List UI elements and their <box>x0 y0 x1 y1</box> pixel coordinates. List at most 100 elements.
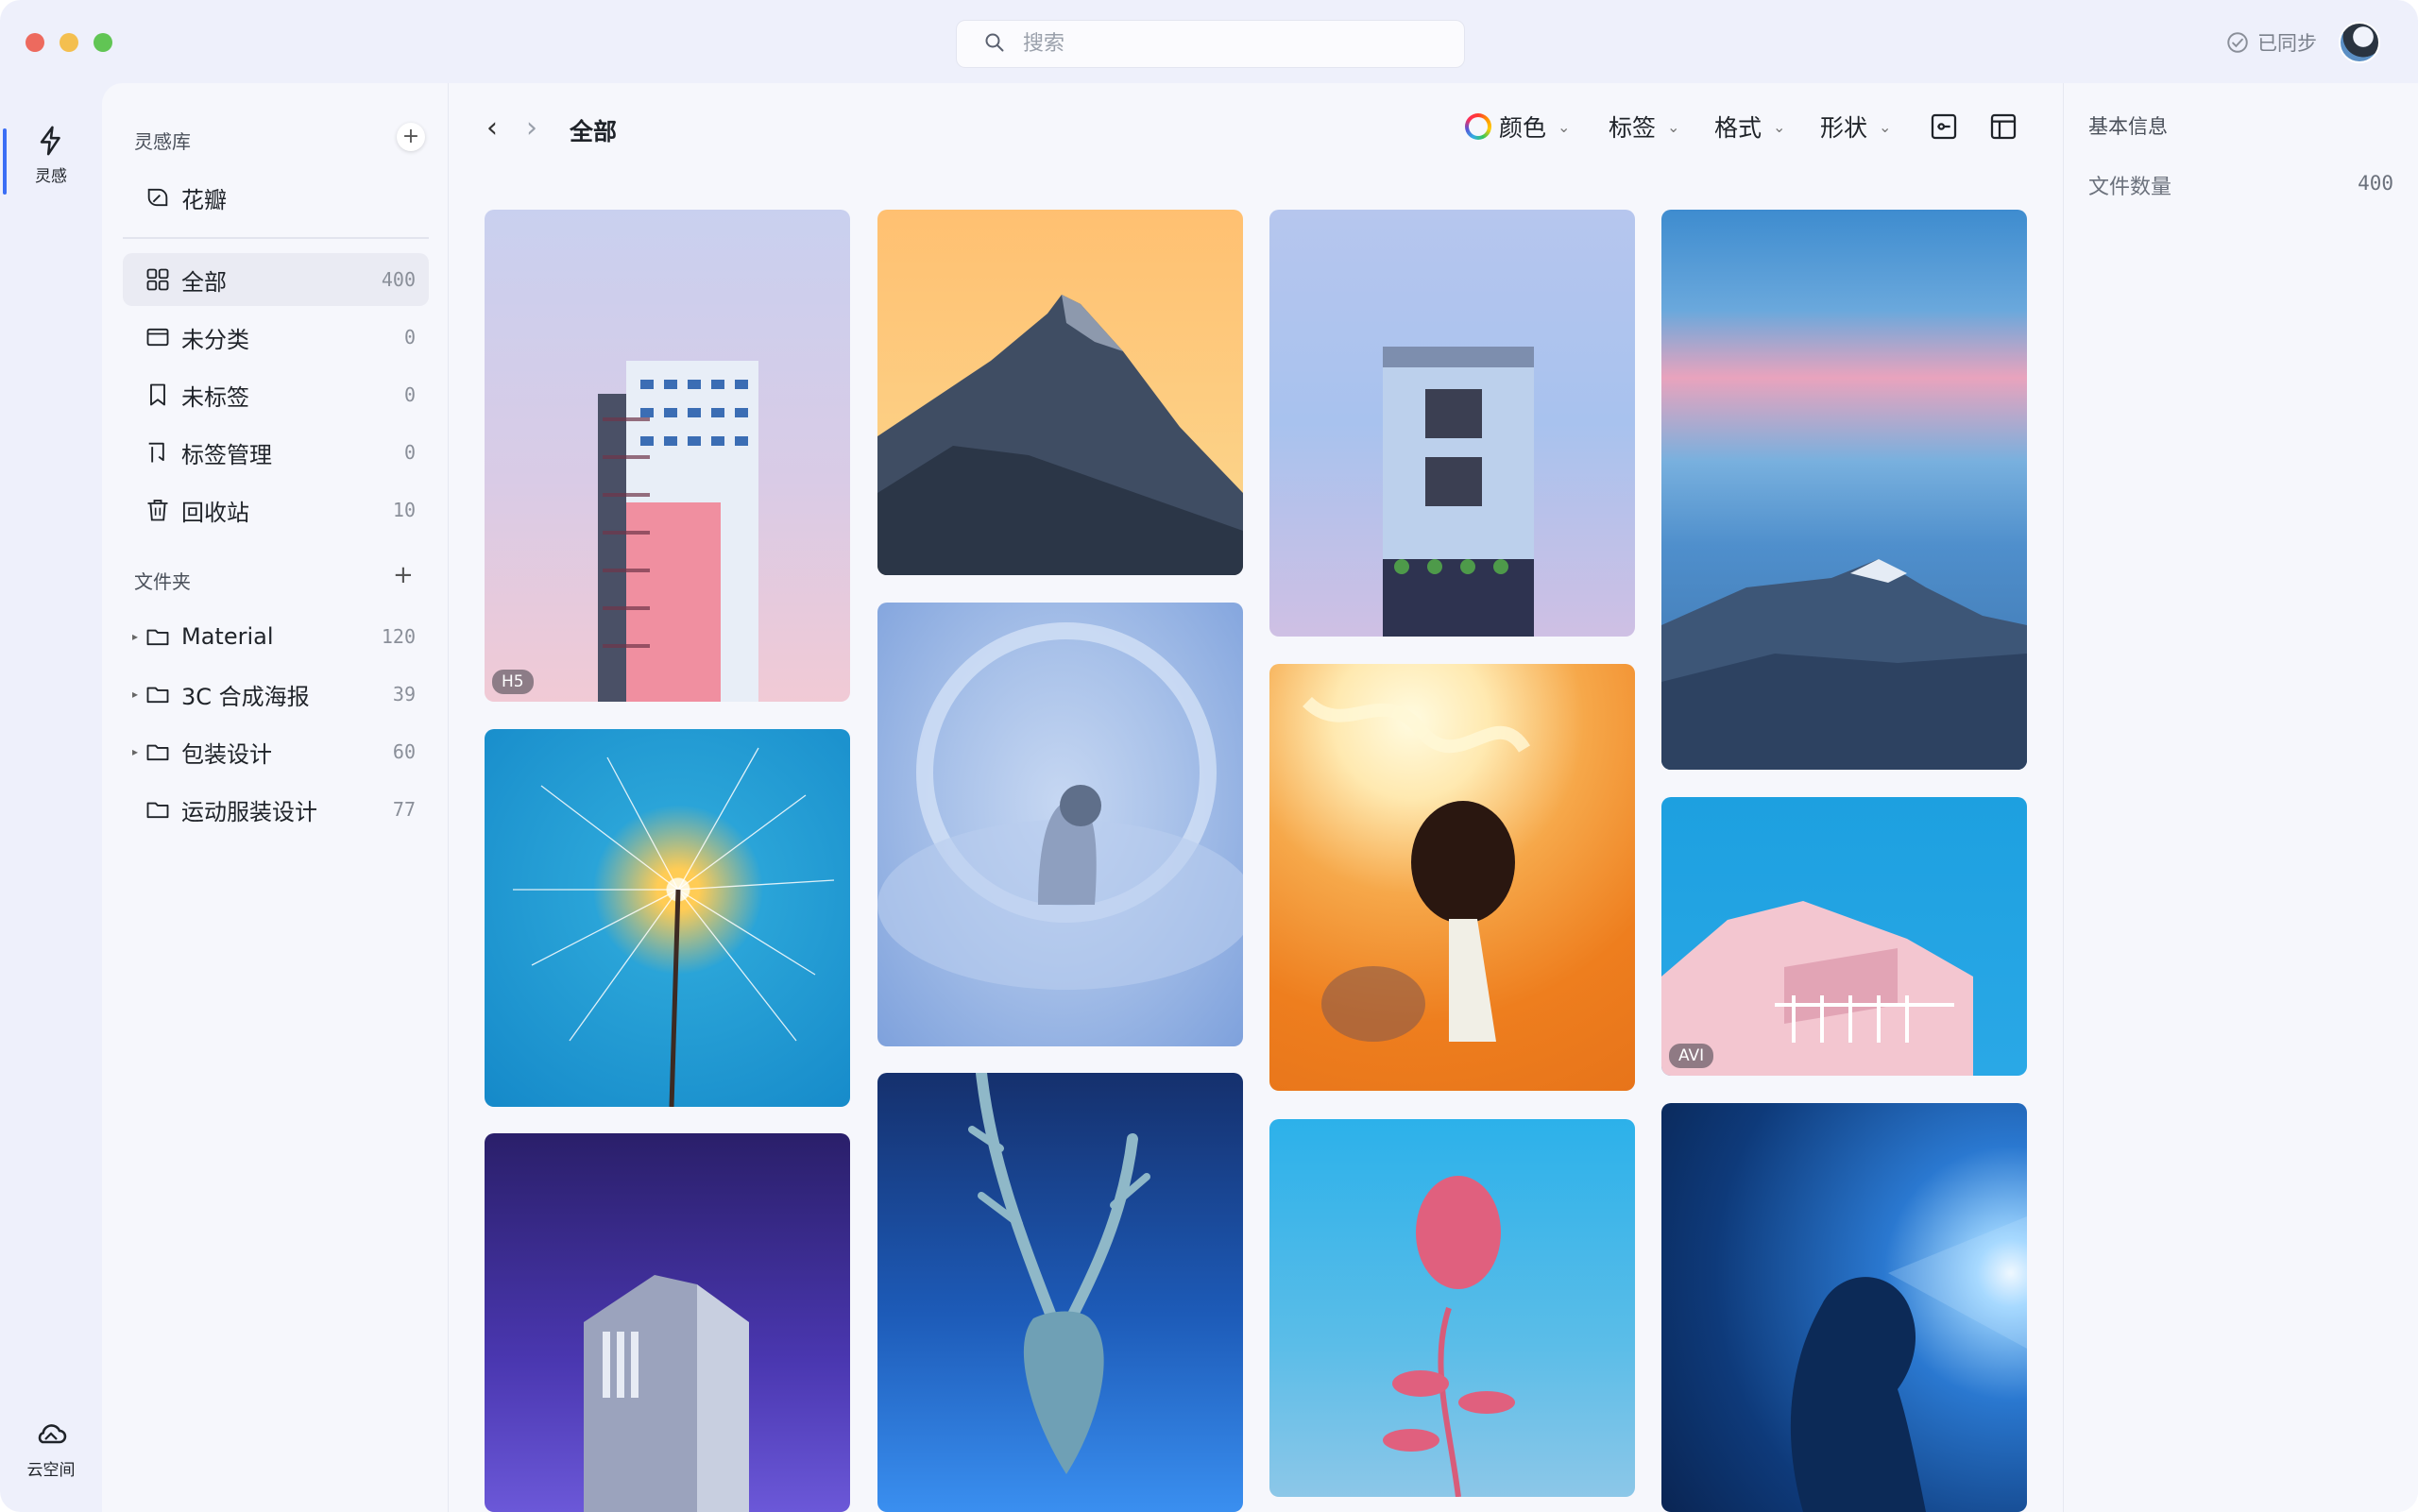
petal-icon <box>144 183 172 212</box>
library-name: 花瓣 <box>181 186 227 213</box>
folder-item-material[interactable]: ▸ Material 120 <box>123 610 429 663</box>
tag-manage-icon <box>144 438 172 467</box>
folder-item-packaging[interactable]: ▸ 包装设计 60 <box>123 725 429 778</box>
folder-icon <box>144 622 172 651</box>
folder-item-sportswear[interactable]: 运动服装设计 77 <box>123 783 429 836</box>
sidebar-item-count: 400 <box>381 268 416 291</box>
folder-icon <box>144 738 172 766</box>
gallery-card-flower[interactable] <box>1269 1119 1635 1497</box>
format-badge: AVI <box>1669 1044 1714 1068</box>
pink-building-image <box>1661 901 1973 1076</box>
caret-right-icon[interactable]: ▸ <box>132 630 138 643</box>
grid-icon <box>144 265 172 294</box>
sidebar-item-tag-management[interactable]: 标签管理 0 <box>123 426 429 479</box>
app-window: 已同步 灵感 云空间 灵感库 + 花瓣 全部 40 <box>0 0 2418 1512</box>
forward-button[interactable]: › <box>526 111 537 144</box>
filter-tags[interactable]: 标签 ⌄ <box>1609 110 1679 144</box>
sidebar-item-all[interactable]: 全部 400 <box>123 253 429 306</box>
caret-right-icon[interactable]: ▸ <box>132 745 138 758</box>
filter-format[interactable]: 格式 ⌄ <box>1714 110 1785 144</box>
close-window-button[interactable] <box>26 33 44 52</box>
sidebar-item-label: 未分类 <box>181 326 249 353</box>
sync-status: 已同步 <box>2225 28 2317 57</box>
filter-shape[interactable]: 形状 ⌄ <box>1820 110 1891 144</box>
sidebar-item-label: 未标签 <box>181 383 249 411</box>
gallery-card-orange-portrait[interactable] <box>1269 664 1635 1091</box>
caret-right-icon[interactable]: ▸ <box>132 688 138 701</box>
file-count-label: 文件数量 <box>2088 176 2172 199</box>
gallery-card-pink-building[interactable]: AVI <box>1661 797 2027 1076</box>
chevron-down-icon: ⌄ <box>1773 117 1786 136</box>
sidebar-item-count: 0 <box>403 326 416 348</box>
activity-rail: 灵感 云空间 <box>0 83 102 1512</box>
lightning-icon <box>40 126 60 156</box>
flower-image <box>1383 1176 1515 1497</box>
cloud-icon <box>38 1424 67 1444</box>
folder-item-3c-poster[interactable]: ▸ 3C 合成海报 39 <box>123 668 429 721</box>
title-bar: 已同步 <box>0 0 2418 83</box>
check-circle-icon <box>2227 32 2248 53</box>
folder-count: 60 <box>392 740 416 763</box>
avatar[interactable] <box>2339 22 2380 63</box>
info-title: 基本信息 <box>2088 115 2168 138</box>
sparkler-image <box>513 747 835 1107</box>
rail-item-cloud[interactable]: 云空间 <box>0 1417 102 1480</box>
chevron-down-icon: ⌄ <box>1558 117 1571 136</box>
back-button[interactable]: ‹ <box>486 111 498 144</box>
ale-house-image <box>1383 347 1534 637</box>
add-folder-button[interactable]: + <box>393 563 414 587</box>
rail-label-cloud: 云空间 <box>26 1461 76 1480</box>
rail-item-inspiration[interactable]: 灵感 <box>0 125 102 186</box>
rail-label-inspiration: 灵感 <box>35 167 67 186</box>
folder-label: 包装设计 <box>181 740 272 768</box>
sidebar-item-uncategorized[interactable]: 未分类 0 <box>123 311 429 364</box>
building-image <box>598 361 758 702</box>
gallery-card-sky-mountains[interactable] <box>1661 210 2027 770</box>
zoom-window-button[interactable] <box>94 33 112 52</box>
add-library-button[interactable]: + <box>397 123 425 151</box>
bookmark-icon <box>144 381 172 409</box>
search-input[interactable] <box>1023 32 1420 56</box>
layout-panel-icon[interactable] <box>1988 111 2018 142</box>
sidebar-item-count: 0 <box>403 383 416 406</box>
folder-label: 3C 合成海报 <box>181 683 310 710</box>
gallery-card-building[interactable]: H5 <box>485 210 850 702</box>
adjust-view-icon[interactable] <box>1929 111 1959 142</box>
sidebar-item-label: 标签管理 <box>181 441 272 468</box>
filter-tags-label: 标签 <box>1609 114 1657 142</box>
chevron-down-icon: ⌄ <box>1879 117 1892 136</box>
search-icon <box>983 31 1006 58</box>
folder-icon <box>144 795 172 824</box>
gallery-card-mountain-peak[interactable] <box>877 210 1243 575</box>
minimize-window-button[interactable] <box>60 33 78 52</box>
search-box[interactable] <box>956 20 1465 68</box>
gallery-card-tower[interactable] <box>485 1133 850 1512</box>
sky-mountain-image <box>1661 559 2027 770</box>
gallery-card-ale-house[interactable] <box>1269 210 1635 637</box>
sidebar-item-label: 回收站 <box>181 499 249 526</box>
folder-icon <box>144 680 172 708</box>
mountain-image <box>877 295 1243 575</box>
gallery-card-antlers[interactable] <box>877 1073 1243 1512</box>
trash-icon <box>144 496 172 524</box>
color-wheel-icon <box>1465 113 1491 140</box>
gallery-card-light-portrait[interactable] <box>1661 1103 2027 1512</box>
sidebar-item-trash[interactable]: 回收站 10 <box>123 484 429 536</box>
sidebar-item-count: 10 <box>392 499 416 521</box>
window-icon <box>144 323 172 351</box>
gallery-card-circle-figure[interactable] <box>877 603 1243 1046</box>
tower-image <box>584 1275 749 1512</box>
sidebar-item-untagged[interactable]: 未标签 0 <box>123 368 429 421</box>
light-portrait-image <box>1790 1216 2027 1512</box>
info-panel: 基本信息 文件数量 400 <box>2063 83 2418 1512</box>
gallery-card-sparkler[interactable] <box>485 729 850 1107</box>
library-switcher[interactable]: 花瓣 <box>123 171 429 224</box>
filter-color[interactable]: 颜色 ⌄ <box>1465 110 1570 144</box>
folder-section-title: 文件夹 <box>134 570 191 593</box>
filter-shape-label: 形状 <box>1820 114 1868 142</box>
folder-label: Material <box>181 623 274 650</box>
filter-format-label: 格式 <box>1714 114 1762 142</box>
antler-skull-image <box>968 1073 1150 1474</box>
portrait-image <box>1303 696 1530 1042</box>
toolbar: ‹ › 全部 颜色 ⌄ 标签 ⌄ 格式 ⌄ 形状 ⌄ <box>449 83 2064 174</box>
